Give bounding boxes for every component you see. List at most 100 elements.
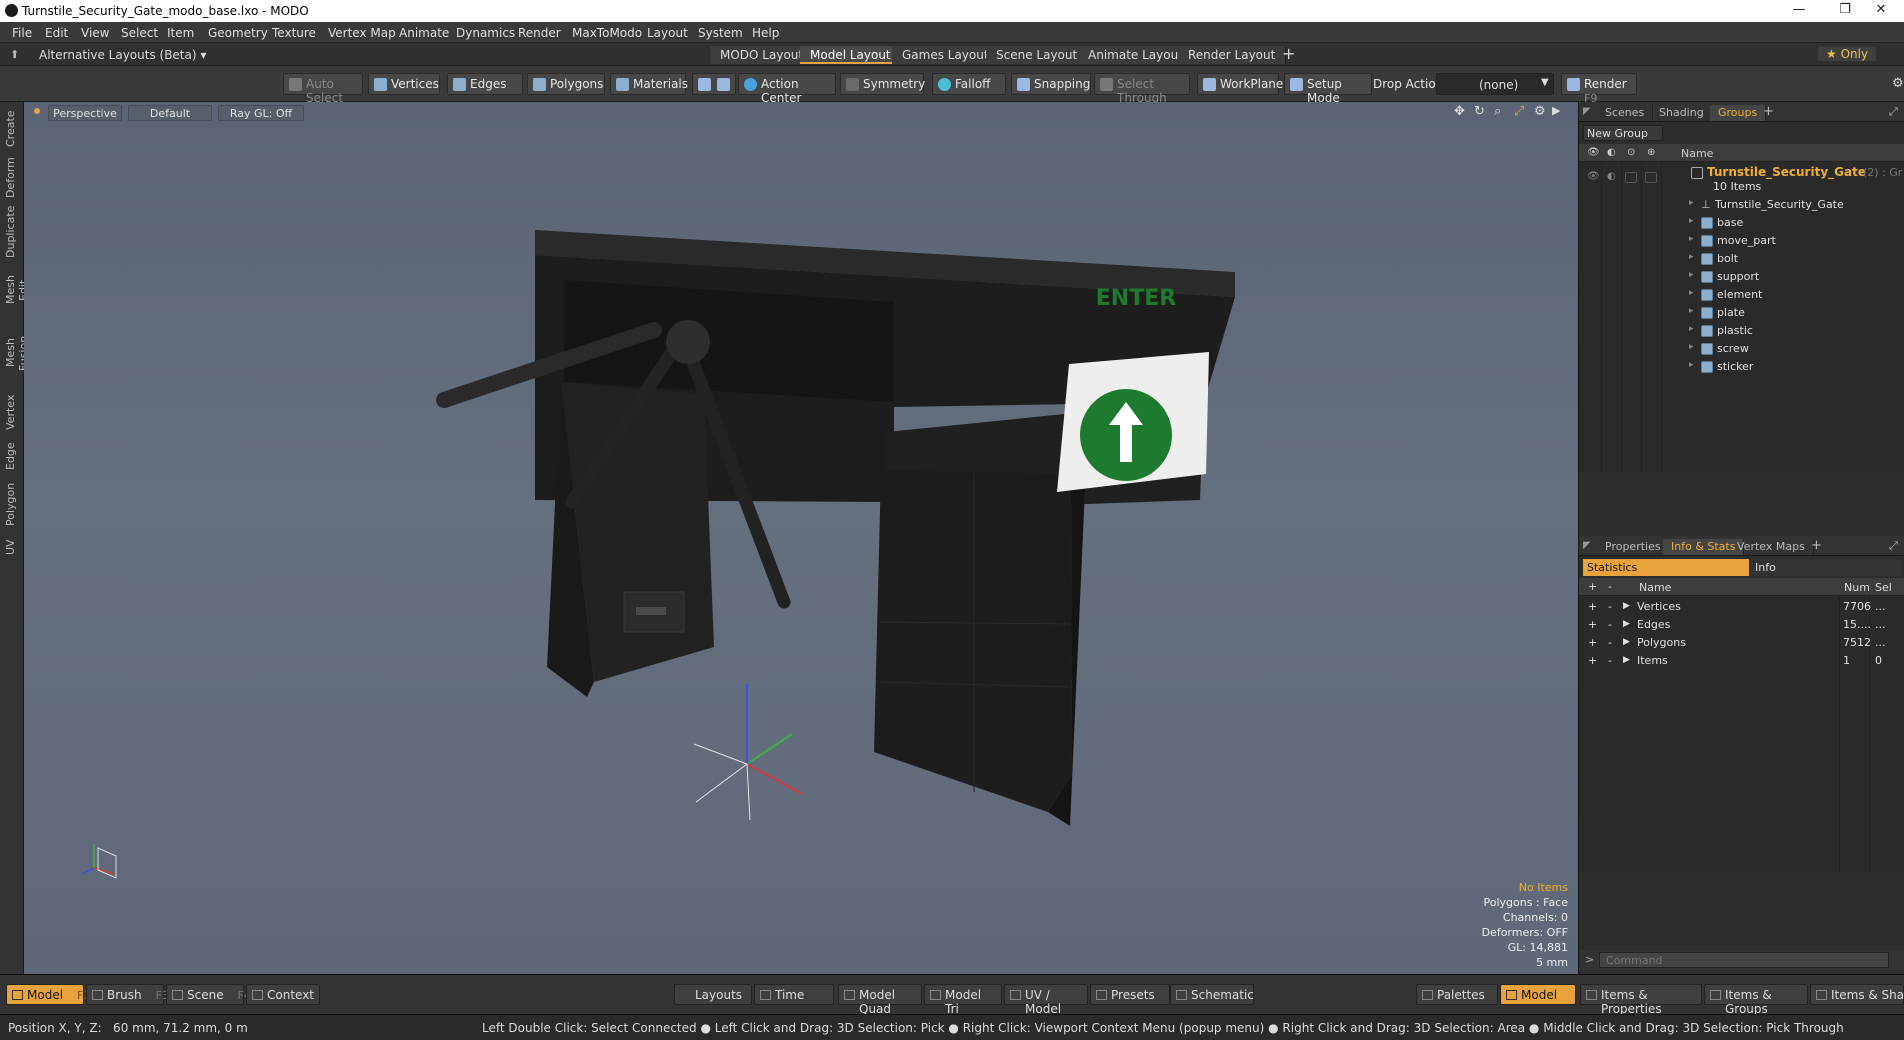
close-button[interactable]: ✕	[1858, 2, 1904, 20]
materials-button[interactable]: Materials	[610, 73, 688, 95]
tab-mesh-fusion[interactable]: Mesh Fusion	[4, 322, 30, 384]
statistics-tab[interactable]: Statistics	[1583, 559, 1749, 576]
tab-create[interactable]: Create	[4, 108, 20, 150]
tab-scenes[interactable]: Scenes	[1597, 105, 1654, 121]
setup-mode-button[interactable]: Setup Mode	[1284, 73, 1372, 105]
menu-dynamics[interactable]: Dynamics	[456, 26, 515, 40]
list-item[interactable]: ▸ element	[1579, 286, 1904, 304]
menu-layout[interactable]: Layout	[647, 26, 688, 40]
model-panel-button[interactable]: Model	[1500, 984, 1576, 1005]
panel-expand-icon[interactable]: ⤢	[1889, 105, 1898, 119]
table-row[interactable]: + - ▶ Items 1 0	[1579, 652, 1904, 670]
menu-vertex-map[interactable]: Vertex Map	[328, 26, 396, 40]
vertices-button[interactable]: Vertices	[368, 73, 440, 95]
visibility-column-icon[interactable]: 👁	[1587, 147, 1600, 158]
menu-select[interactable]: Select	[121, 26, 158, 40]
tab-edge[interactable]: Edge	[4, 440, 20, 472]
list-item[interactable]: ▸ ⊥ Turnstile_Security_Gate	[1579, 196, 1904, 214]
symmetry-button[interactable]: Symmetry	[840, 73, 925, 95]
tab-polygon[interactable]: Polygon	[4, 480, 20, 528]
turnstile-model[interactable]: ENTER	[24, 102, 1578, 974]
menu-item[interactable]: Item	[167, 26, 194, 40]
minus-icon[interactable]: -	[1608, 636, 1612, 649]
context-button[interactable]: Context	[246, 984, 320, 1005]
snapping-button[interactable]: Snapping	[1011, 73, 1091, 95]
minimize-button[interactable]: —	[1776, 2, 1822, 20]
transform-gizmo[interactable]	[693, 684, 803, 821]
menu-maxtomodo[interactable]: MaxToModo	[572, 26, 642, 40]
time-button[interactable]: Time	[754, 984, 834, 1005]
action-center-button[interactable]: Action Center	[738, 73, 836, 105]
add-layout-button[interactable]: +	[1282, 44, 1295, 63]
menu-help[interactable]: Help	[752, 26, 779, 40]
select-column-icon[interactable]: ⊕	[1647, 147, 1655, 158]
menu-edit[interactable]: Edit	[45, 26, 68, 40]
tab-scene-layout[interactable]: Scene Layout	[986, 46, 1089, 64]
pin-icon[interactable]: ⬆	[10, 48, 19, 61]
menu-view[interactable]: View	[81, 26, 109, 40]
tab-shading[interactable]: Shading	[1651, 105, 1713, 121]
tab-games-layout[interactable]: Games Layout	[892, 46, 1000, 64]
select-through-button[interactable]: Select Through	[1094, 73, 1190, 105]
schematic-button[interactable]: Schematic	[1170, 984, 1254, 1005]
items-groups-button[interactable]: Items & Groups	[1704, 984, 1808, 1016]
table-row[interactable]: + - ▶ Polygons 7512...	[1579, 634, 1904, 652]
panel-expand-icon[interactable]: ⤢	[1889, 539, 1898, 553]
tab-deform[interactable]: Deform	[4, 156, 20, 200]
tab-render-layout[interactable]: Render Layout	[1178, 46, 1287, 64]
auto-select-button[interactable]: Auto Select	[283, 73, 363, 105]
presets-button[interactable]: Presets	[1090, 984, 1170, 1005]
polygons-button[interactable]: Polygons	[527, 73, 605, 95]
add-tab-button[interactable]: +	[1763, 104, 1774, 119]
items-shading-button[interactable]: Items & Shading	[1810, 984, 1904, 1005]
plus-icon[interactable]: +	[1588, 618, 1597, 631]
items-properties-button[interactable]: Items & Properties	[1580, 984, 1702, 1016]
falloff-button[interactable]: Falloff	[932, 73, 1006, 95]
expand-arrow-icon[interactable]: ▶	[1623, 637, 1630, 647]
plus-icon[interactable]: +	[1588, 600, 1597, 613]
panel-menu-icon[interactable]: ◤	[1583, 106, 1591, 117]
tab-groups[interactable]: Groups	[1710, 105, 1767, 121]
3d-viewport[interactable]: Perspective Default Ray GL: Off ✥ ↻ ⌕ ⤢ …	[24, 102, 1578, 974]
tab-modo-layout[interactable]: MODO Layout	[710, 46, 815, 64]
tab-uv[interactable]: UV	[4, 536, 20, 558]
panel-menu-icon[interactable]: ◤	[1583, 540, 1591, 551]
tab-properties[interactable]: Properties	[1597, 539, 1670, 555]
menu-file[interactable]: File	[12, 26, 32, 40]
list-item[interactable]: ▸ bolt	[1579, 250, 1904, 268]
menu-render[interactable]: Render	[518, 26, 561, 40]
select-toggle[interactable]	[1645, 172, 1657, 183]
minus-icon[interactable]: -	[1608, 600, 1612, 613]
visibility-eye-icon[interactable]: 👁	[1587, 171, 1600, 182]
tab-vertex-maps[interactable]: Vertex Maps	[1729, 539, 1814, 555]
plus-icon[interactable]: +	[1588, 654, 1597, 667]
render-toggle-icon[interactable]: ◐	[1607, 171, 1616, 182]
selection-sets-button[interactable]	[692, 73, 736, 95]
minus-icon[interactable]: -	[1608, 618, 1612, 631]
collapse-all-icon[interactable]: -	[1608, 580, 1612, 593]
lock-column-icon[interactable]: ⊙	[1627, 147, 1635, 158]
edges-button[interactable]: Edges	[447, 73, 523, 95]
menu-geometry[interactable]: Geometry	[208, 26, 268, 40]
drop-action-select[interactable]: (none) ▼	[1436, 73, 1554, 95]
model-quad-button[interactable]: Model Quad	[838, 984, 922, 1016]
list-item[interactable]: ▸ support	[1579, 268, 1904, 286]
workplane-button[interactable]: WorkPlane	[1197, 73, 1283, 95]
tab-animate-layout[interactable]: Animate Layout	[1078, 46, 1194, 64]
expand-arrow-icon[interactable]: ▶	[1623, 601, 1630, 611]
gear-icon[interactable]: ⚙	[1892, 76, 1904, 91]
alternative-layouts-dropdown[interactable]: Alternative Layouts (Beta) ▾	[39, 48, 206, 62]
list-item[interactable]: ▸ base	[1579, 214, 1904, 232]
tab-model-layout[interactable]: Model Layout	[800, 46, 902, 64]
render-column-icon[interactable]: ◐	[1607, 147, 1616, 158]
info-tab[interactable]: Info	[1751, 559, 1901, 576]
tab-mesh-edit[interactable]: Mesh Edit	[4, 264, 30, 316]
model-mode-button[interactable]: Model F2	[6, 984, 90, 1005]
menu-animate[interactable]: Animate	[399, 26, 449, 40]
layouts-button[interactable]: Layouts	[674, 984, 752, 1005]
list-item[interactable]: ▸ move_part	[1579, 232, 1904, 250]
group-root-row[interactable]: 👁 ◐ Turnstile_Security_Gate (2) : Gr ...…	[1579, 164, 1904, 194]
plus-icon[interactable]: +	[1588, 636, 1597, 649]
minus-icon[interactable]: -	[1608, 654, 1612, 667]
tab-duplicate[interactable]: Duplicate	[4, 206, 20, 258]
